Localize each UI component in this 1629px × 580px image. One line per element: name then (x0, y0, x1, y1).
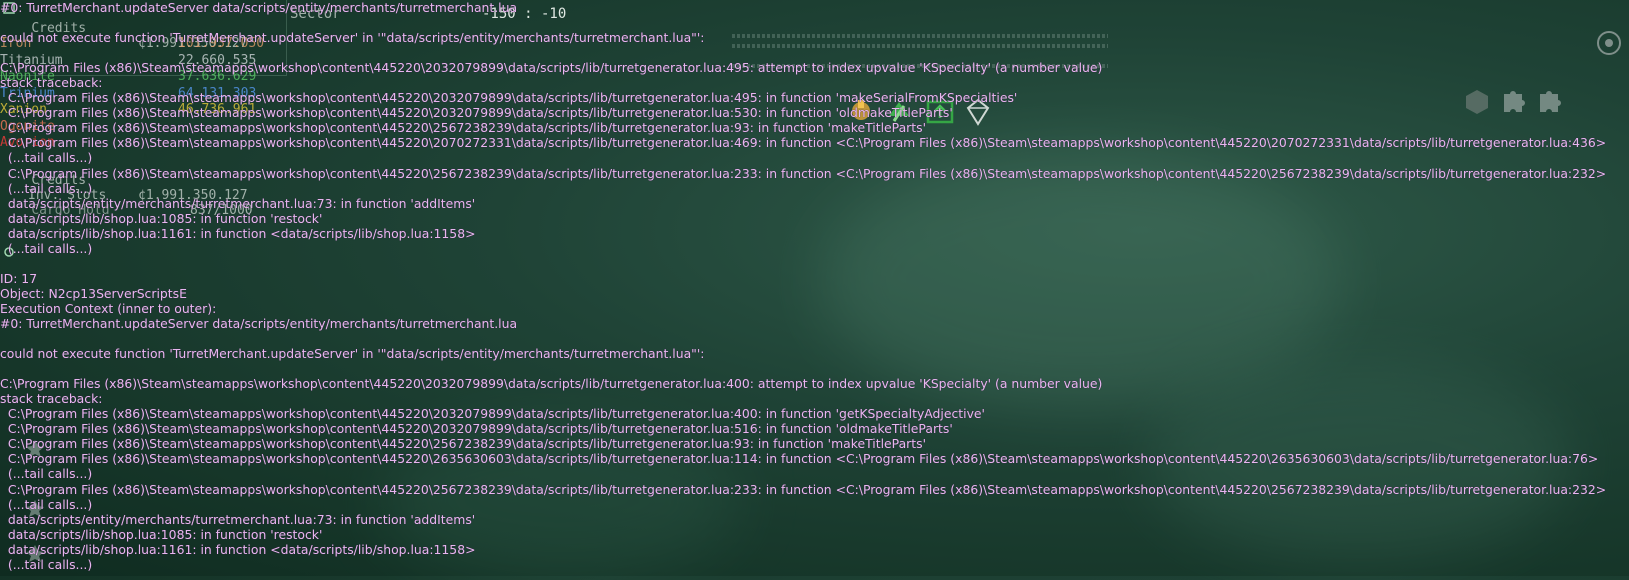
log-line: data/scripts/lib/shop.lua:1085: in funct… (0, 526, 323, 542)
log-line: stack traceback: (0, 75, 103, 91)
log-line: Execution Context (inner to outer): (0, 300, 217, 316)
log-line: (...tail calls...) (0, 240, 93, 256)
log-line: C:\Program Files (x86)\Steam\steamapps\w… (0, 376, 1103, 392)
log-line: (...tail calls...) (0, 150, 93, 166)
log-line: C:\Program Files (x86)\Steam\steamapps\w… (0, 135, 1607, 151)
log-line: (...tail calls...) (0, 496, 93, 512)
log-line: data/scripts/entity/merchants/turretmerc… (0, 195, 476, 211)
log-line: #0: TurretMerchant.updateServer data/scr… (0, 0, 518, 15)
log-line: Object: N2cp13ServerScriptsE (0, 285, 187, 301)
log-line: stack traceback: (0, 391, 103, 407)
log-line: C:\Program Files (x86)\Steam\steamapps\w… (0, 105, 953, 121)
log-line: C:\Program Files (x86)\Steam\steamapps\w… (0, 60, 1103, 76)
log-line: (...tail calls...) (0, 180, 93, 196)
log-line: (...tail calls...) (0, 556, 93, 572)
log-line: C:\Program Files (x86)\Steam\steamapps\w… (0, 120, 926, 136)
log-line: data/scripts/entity/merchants/turretmerc… (0, 511, 476, 527)
log-line: could not execute function 'TurretMercha… (0, 30, 705, 46)
log-line: data/scripts/lib/shop.lua:1161: in funct… (0, 541, 476, 557)
log-line: ID: 17 (0, 270, 38, 286)
log-line: C:\Program Files (x86)\Steam\steamapps\w… (0, 165, 1607, 181)
log-line: C:\Program Files (x86)\Steam\steamapps\w… (0, 451, 1599, 467)
log-line: C:\Program Files (x86)\Steam\steamapps\w… (0, 406, 985, 422)
console-error-log: #0: TurretMerchant.updateServer data/scr… (0, 0, 1629, 576)
log-line: C:\Program Files (x86)\Steam\steamapps\w… (0, 481, 1607, 497)
log-line: data/scripts/lib/shop.lua:1085: in funct… (0, 210, 323, 226)
log-line: C:\Program Files (x86)\Steam\steamapps\w… (0, 90, 1018, 106)
log-line: C:\Program Files (x86)\Steam\steamapps\w… (0, 421, 953, 437)
log-line: #0: TurretMerchant.updateServer data/scr… (0, 315, 518, 331)
log-line: could not execute function 'TurretMercha… (0, 346, 705, 362)
log-line: (...tail calls...) (0, 466, 93, 482)
log-line: data/scripts/lib/shop.lua:1161: in funct… (0, 225, 476, 241)
log-line: C:\Program Files (x86)\Steam\steamapps\w… (0, 436, 926, 452)
